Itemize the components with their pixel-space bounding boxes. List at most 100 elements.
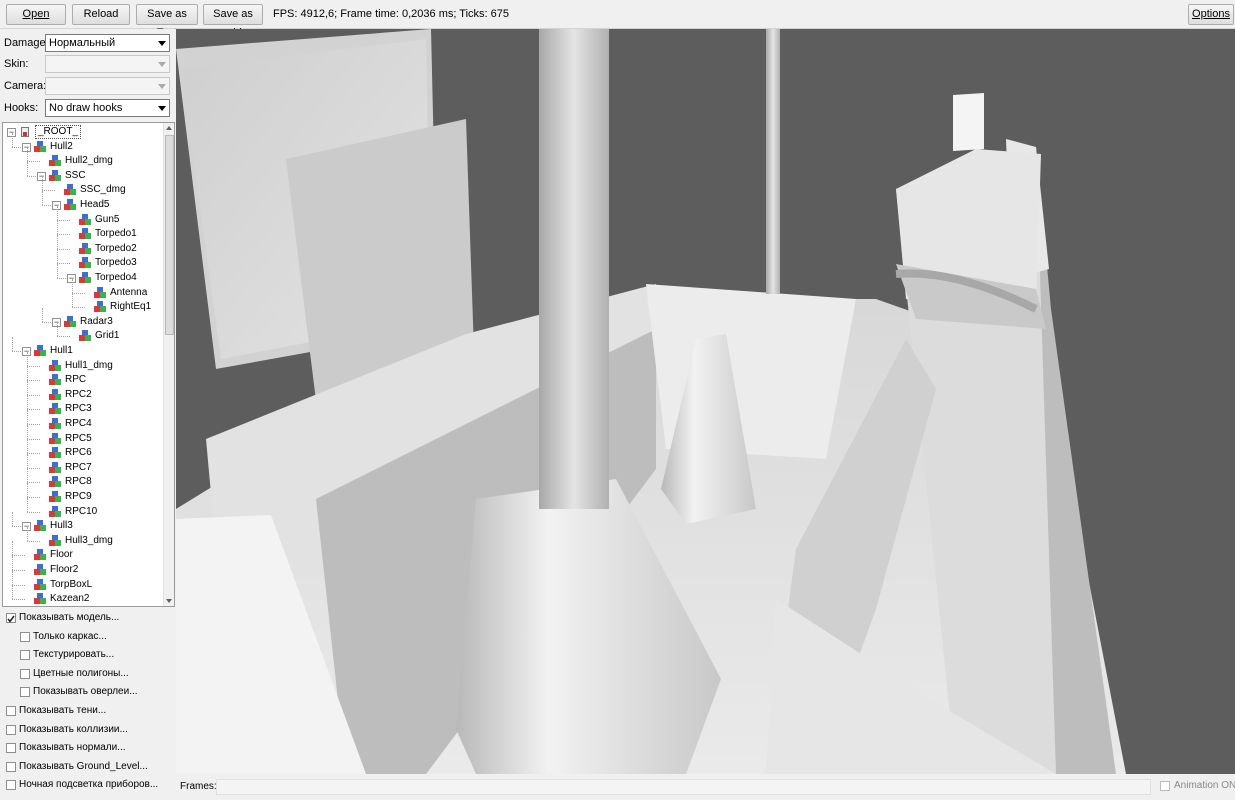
checkbox[interactable] bbox=[20, 631, 30, 642]
tree-connector bbox=[12, 599, 25, 601]
skin-select[interactable] bbox=[45, 55, 170, 73]
model-node-icon bbox=[64, 199, 76, 211]
skin-label: Skin: bbox=[4, 58, 29, 70]
tree-connector bbox=[72, 278, 73, 293]
tree-connector bbox=[12, 555, 25, 557]
tree-connector bbox=[27, 147, 28, 162]
model-render bbox=[176, 29, 1126, 774]
tree-node-label: RPC2 bbox=[65, 388, 92, 400]
model-node-icon bbox=[49, 432, 61, 445]
hooks-select[interactable]: No draw hooks bbox=[45, 99, 170, 117]
scroll-thumb[interactable] bbox=[165, 135, 174, 335]
tree-connector bbox=[57, 263, 70, 265]
model-tree[interactable]: − _ROOT_ − Hull2 Hull2_dmg − SSC SSC_dmg − Head5 G… bbox=[2, 122, 175, 607]
tree-node-label: RPC9 bbox=[65, 491, 92, 502]
tree-connector bbox=[12, 570, 13, 585]
tree-node-label: Gun5 bbox=[95, 213, 120, 225]
checkbox-label: Только каркас... bbox=[33, 630, 107, 642]
checkbox-label: Показывать оверлеи... bbox=[33, 686, 138, 698]
checkbox[interactable] bbox=[6, 743, 16, 754]
tree-connector bbox=[27, 395, 28, 410]
tree-connector bbox=[27, 511, 40, 513]
tree-connector bbox=[57, 205, 58, 220]
tree-connector bbox=[27, 161, 28, 176]
tree-connector bbox=[27, 380, 40, 382]
checkbox-label: Цветные полигоны... bbox=[33, 667, 129, 679]
tree-node-label: TorpBoxL bbox=[50, 578, 93, 590]
model-node-icon bbox=[34, 578, 46, 591]
model-node-icon bbox=[79, 272, 91, 284]
checkbox[interactable] bbox=[6, 613, 16, 623]
tree-connector bbox=[57, 322, 58, 337]
checkbox[interactable] bbox=[20, 687, 30, 698]
tree-connector bbox=[42, 190, 55, 192]
checkbox[interactable] bbox=[20, 650, 30, 661]
tree-connector bbox=[27, 453, 40, 455]
tree-node-label: SSC bbox=[65, 169, 86, 181]
bottom-bar: Frames: Animation ON bbox=[176, 774, 1235, 800]
model-node-icon bbox=[34, 520, 46, 532]
scroll-down-icon[interactable] bbox=[166, 599, 172, 603]
camera-select[interactable] bbox=[45, 77, 170, 95]
damage-label: Damage: bbox=[4, 37, 49, 49]
tree-connector bbox=[57, 234, 70, 236]
tree-connector bbox=[42, 176, 43, 191]
checkbox-label: Текстурировать... bbox=[33, 649, 115, 661]
checkbox[interactable] bbox=[6, 724, 16, 735]
save-as-obj-button[interactable]: Save as .obj bbox=[203, 4, 263, 39]
tree-connector bbox=[27, 424, 40, 425]
model-node-icon bbox=[34, 549, 46, 561]
tree-node-label: RPC7 bbox=[65, 461, 92, 473]
tree-connector bbox=[27, 161, 40, 163]
tree-node-label: _ROOT_ bbox=[35, 125, 82, 139]
tree-connector bbox=[27, 365, 40, 367]
checkbox-label: Показывать тени... bbox=[19, 705, 107, 716]
tree-connector bbox=[12, 512, 13, 527]
tree-scrollbar[interactable] bbox=[163, 123, 174, 606]
tree-node-label: RPC6 bbox=[65, 447, 92, 459]
options-button[interactable]: Options bbox=[1188, 4, 1234, 25]
chevron-down-icon bbox=[158, 41, 166, 46]
checkbox[interactable] bbox=[6, 780, 16, 791]
reload-button[interactable]: Reload bbox=[72, 4, 130, 25]
tree-connector bbox=[27, 540, 40, 542]
hooks-value: No draw hooks bbox=[49, 102, 123, 114]
damage-value: Нормальный bbox=[49, 37, 116, 49]
scroll-up-icon[interactable] bbox=[166, 126, 172, 130]
save-as-text-button[interactable]: Save as Text bbox=[136, 4, 198, 39]
checkbox-label: Показывать модель... bbox=[19, 612, 120, 623]
camera-label: Camera: bbox=[4, 80, 47, 92]
tree-node-label: Floor bbox=[50, 549, 73, 561]
checkbox-label: Показывать нормали... bbox=[19, 742, 126, 754]
tree-connector bbox=[27, 497, 28, 512]
checkbox[interactable] bbox=[20, 668, 30, 679]
damage-select[interactable]: Нормальный bbox=[45, 34, 170, 52]
checkbox[interactable] bbox=[6, 761, 16, 772]
frames-slider[interactable] bbox=[216, 779, 1151, 795]
tree-node-label: Kazean2 bbox=[50, 593, 90, 605]
model-node-icon bbox=[79, 242, 91, 255]
tree-connector bbox=[27, 438, 40, 440]
3d-viewport[interactable] bbox=[176, 29, 1235, 774]
animation-checkbox[interactable] bbox=[1160, 781, 1170, 791]
model-node-icon bbox=[34, 593, 46, 605]
tree-connector bbox=[27, 394, 40, 396]
model-node-icon bbox=[79, 257, 91, 269]
hooks-label: Hooks: bbox=[4, 102, 39, 114]
tree-connector bbox=[12, 132, 13, 147]
open-button[interactable]: Open bbox=[6, 4, 66, 25]
tree-node-label: Hull3 bbox=[50, 520, 73, 532]
tree-connector bbox=[57, 219, 70, 221]
tree-connector bbox=[42, 191, 43, 205]
tree-node-label: Grid1 bbox=[95, 330, 120, 342]
fps-status: FPS: 4912,6; Frame time: 0,2036 ms; Tick… bbox=[273, 8, 509, 20]
toolbar: Open Reload Save as Text Save as .obj FP… bbox=[0, 0, 1235, 39]
tree-node-label: Hull1 bbox=[50, 345, 73, 356]
model-node-icon bbox=[94, 301, 106, 313]
model-node-icon bbox=[79, 330, 91, 342]
tree-connector bbox=[27, 467, 40, 469]
tree-node-label: Antenna bbox=[110, 286, 148, 298]
chevron-down-icon bbox=[158, 84, 166, 89]
model-node-icon bbox=[34, 345, 46, 357]
checkbox[interactable] bbox=[6, 706, 16, 716]
